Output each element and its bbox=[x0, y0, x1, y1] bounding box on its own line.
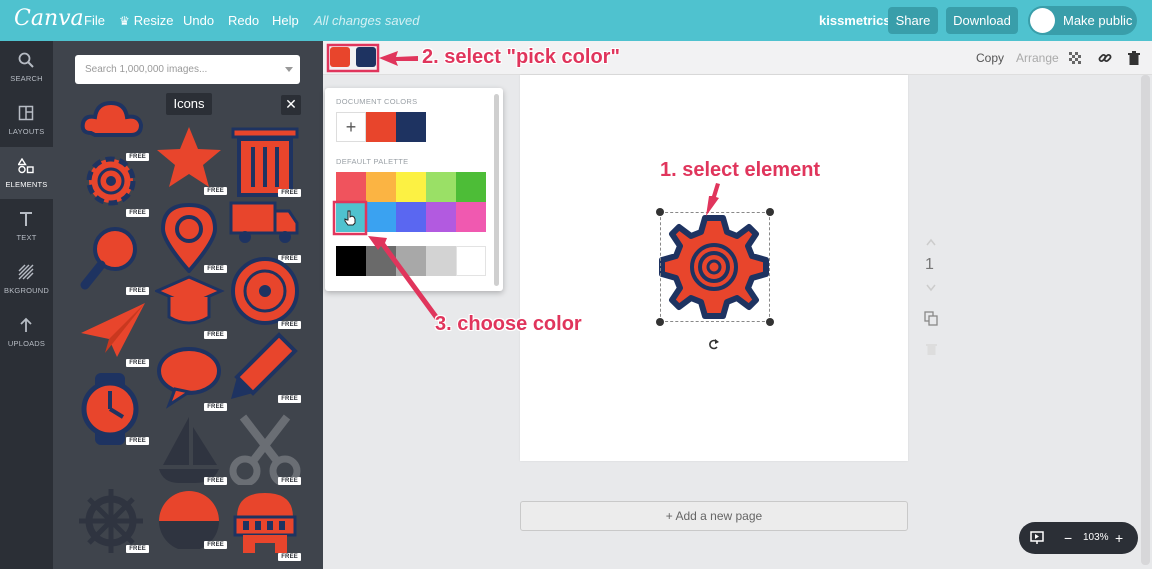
annotation-step2: 2. select "pick color" bbox=[422, 46, 620, 68]
annotation-step3: 3. choose color bbox=[435, 313, 582, 335]
present-icon[interactable] bbox=[1030, 531, 1044, 545]
zoom-level[interactable]: 103% bbox=[1083, 522, 1109, 554]
zoom-control: − 103% + bbox=[1019, 522, 1138, 554]
zoom-in-button[interactable]: + bbox=[1115, 522, 1123, 554]
annotation-overlay bbox=[326, 43, 720, 321]
annotation-step1: 1. select element bbox=[660, 159, 821, 181]
zoom-out-button[interactable]: − bbox=[1064, 522, 1072, 554]
